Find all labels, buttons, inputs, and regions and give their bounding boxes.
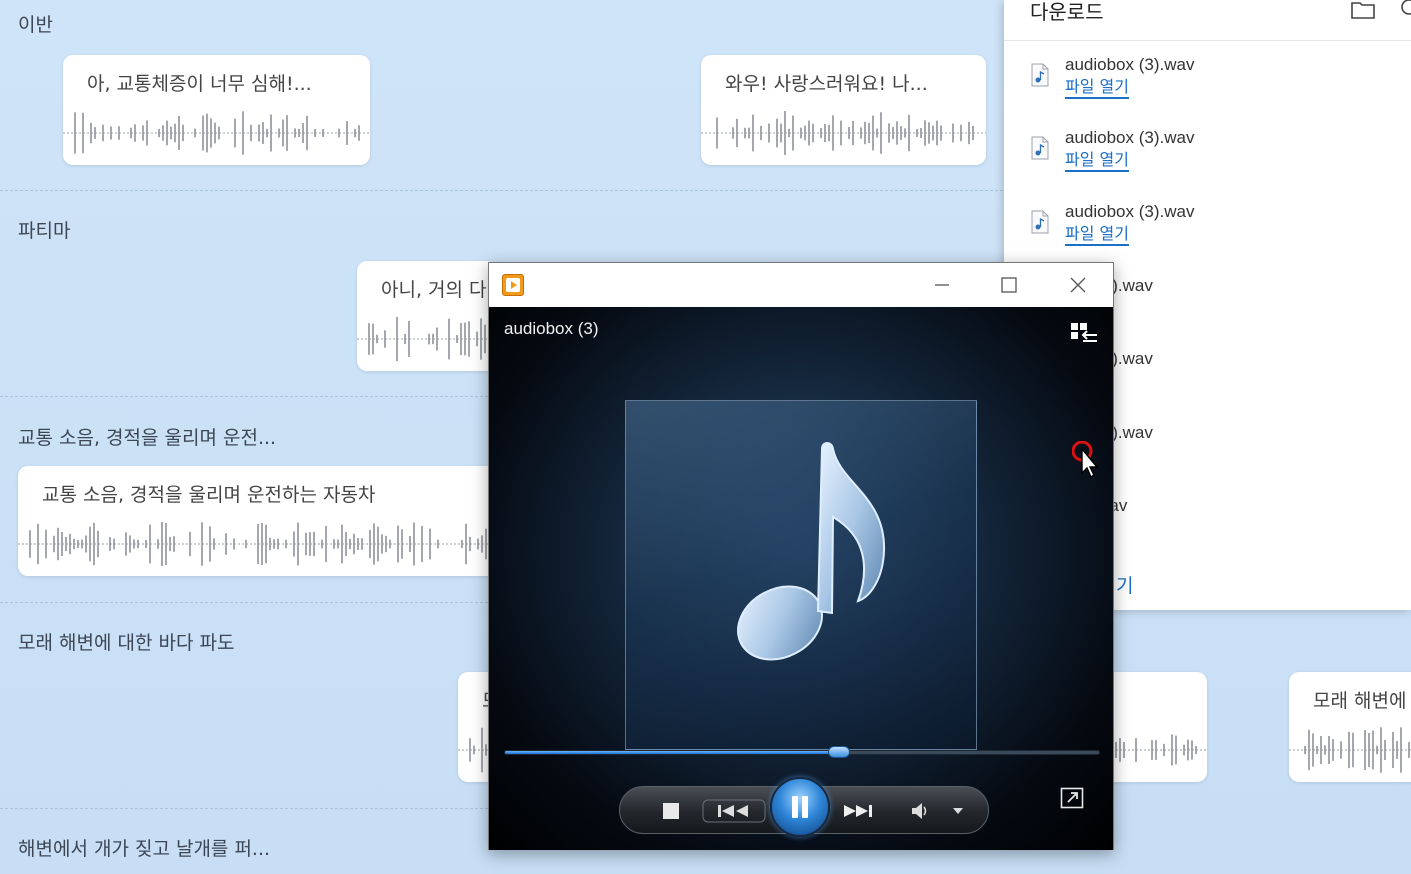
switch-to-library-icon[interactable] bbox=[1069, 321, 1099, 345]
next-button[interactable] bbox=[836, 787, 890, 835]
speaker-icon bbox=[912, 803, 927, 819]
minimize-button[interactable] bbox=[927, 271, 957, 299]
waveform bbox=[1289, 727, 1411, 773]
stop-icon bbox=[663, 803, 679, 819]
waveform bbox=[63, 111, 370, 155]
waveform bbox=[18, 522, 498, 566]
waveform bbox=[1100, 734, 1207, 766]
section-title-fatima: 파티마 bbox=[18, 220, 71, 242]
seek-bar[interactable] bbox=[504, 746, 1100, 758]
close-button[interactable] bbox=[1063, 271, 1093, 299]
fullscreen-icon[interactable] bbox=[1060, 787, 1084, 809]
download-filename: audiobox (3).wav bbox=[1065, 55, 1195, 74]
player-titlebar[interactable] bbox=[489, 263, 1113, 307]
sample-card[interactable]: 아니, 거의 다 bbox=[357, 261, 497, 371]
previous-button[interactable] bbox=[702, 787, 766, 835]
download-filename: audiobox (3).wav bbox=[1065, 202, 1195, 221]
mute-button[interactable] bbox=[908, 787, 932, 835]
download-item[interactable]: audiobox (3).wav 파일 열기 bbox=[1030, 55, 1390, 115]
section-title-traffic: 교통 소음, 경적을 울리며 운전... bbox=[18, 427, 277, 449]
section-title-dog: 해변에서 개가 짖고 날개를 퍼... bbox=[18, 838, 271, 860]
open-downloads-link[interactable]: 기 bbox=[1116, 571, 1133, 598]
audio-file-icon bbox=[1031, 136, 1049, 160]
folder-icon[interactable] bbox=[1350, 0, 1376, 20]
downloads-separator bbox=[1004, 40, 1411, 41]
music-note-icon bbox=[736, 442, 886, 661]
album-art bbox=[625, 400, 977, 750]
stop-button[interactable] bbox=[658, 787, 684, 835]
sample-card[interactable]: 아, 교통체증이 너무 심해!... bbox=[63, 55, 370, 165]
audio-file-icon bbox=[1031, 63, 1049, 87]
card-caption: 아니, 거의 다 bbox=[381, 279, 487, 301]
seek-progress bbox=[505, 751, 839, 754]
waveform bbox=[357, 316, 497, 362]
mouse-cursor bbox=[1072, 441, 1099, 479]
sample-card[interactable]: 교통 소음, 경적을 울리며 운전하는 자동차 bbox=[18, 466, 498, 576]
open-file-link[interactable]: 파일 열기 bbox=[1065, 78, 1129, 99]
section-title-ivan: 이반 bbox=[18, 14, 53, 36]
sample-card[interactable]: 모래 해변에 bbox=[1289, 672, 1411, 782]
pause-icon bbox=[792, 796, 808, 818]
download-item[interactable]: audiobox (3).wav 파일 열기 bbox=[1030, 128, 1390, 188]
card-caption: 아, 교통체증이 너무 심해!... bbox=[87, 73, 312, 95]
search-icon[interactable] bbox=[1398, 0, 1411, 18]
card-caption: 와우! 사랑스러워요! 나... bbox=[725, 73, 928, 95]
media-title: audiobox (3) bbox=[504, 319, 599, 338]
playback-controls bbox=[619, 777, 989, 837]
open-file-link[interactable]: 파일 열기 bbox=[1065, 151, 1129, 172]
now-playing-area[interactable]: audiobox (3) bbox=[489, 307, 1113, 850]
volume-dropdown[interactable] bbox=[948, 787, 968, 835]
sample-card[interactable] bbox=[1100, 672, 1207, 782]
waveform bbox=[701, 111, 986, 155]
previous-icon bbox=[702, 799, 766, 823]
open-file-link[interactable]: 파일 열기 bbox=[1065, 225, 1129, 246]
chevron-down-icon bbox=[953, 808, 963, 814]
download-item[interactable]: audiobox (3).wav 파일 열기 bbox=[1030, 202, 1390, 262]
download-filename: audiobox (3).wav bbox=[1065, 128, 1195, 147]
downloads-title: 다운로드 bbox=[1030, 0, 1104, 24]
media-player-window: audiobox (3) bbox=[488, 262, 1114, 850]
media-player-icon bbox=[502, 274, 524, 296]
maximize-button[interactable] bbox=[994, 271, 1024, 299]
play-pause-button[interactable] bbox=[770, 777, 830, 837]
audio-file-icon bbox=[1031, 210, 1049, 234]
section-title-waves: 모래 해변에 대한 바다 파도 bbox=[18, 632, 235, 654]
card-caption: 모래 해변에 bbox=[1313, 690, 1407, 712]
card-caption: 교통 소음, 경적을 울리며 운전하는 자동차 bbox=[42, 484, 376, 506]
seek-thumb[interactable] bbox=[827, 746, 850, 758]
sample-card[interactable]: 와우! 사랑스러워요! 나... bbox=[701, 55, 986, 165]
section-divider bbox=[0, 190, 1003, 191]
next-icon bbox=[844, 805, 872, 817]
